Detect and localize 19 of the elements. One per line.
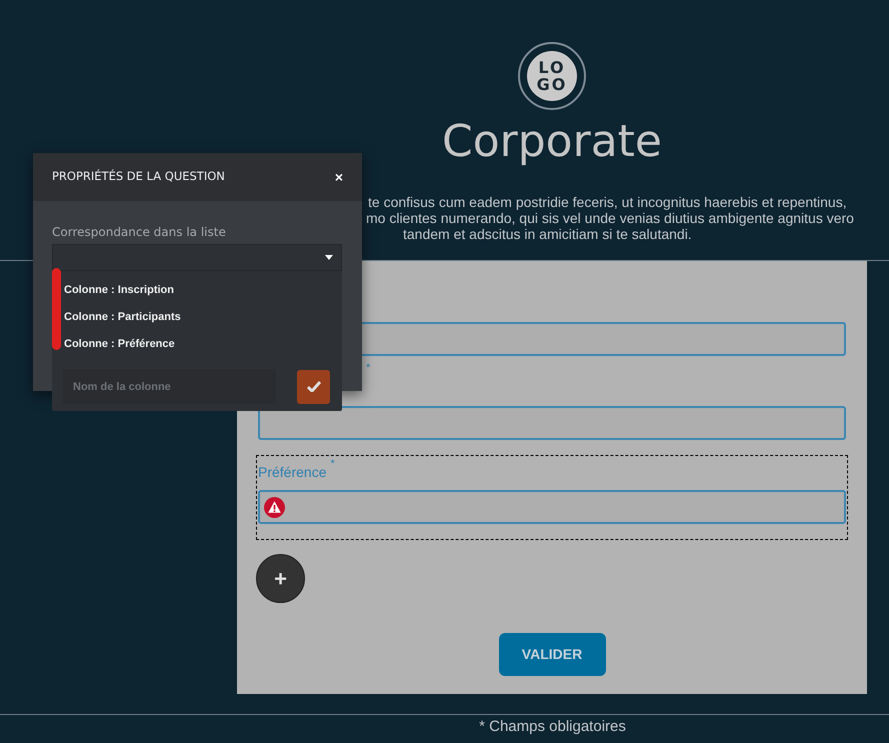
logo-text: GO	[536, 76, 568, 93]
field-label: Préférence	[258, 463, 326, 482]
page-title: Corporate	[442, 115, 662, 169]
add-button[interactable]: +	[256, 554, 305, 603]
intro-text: tandem et adscitus in amicitiam si te salutandi.	[403, 226, 693, 242]
required-note: * Champs obligatoires	[479, 717, 626, 737]
intro-text: mo clientes numerando, qui sis vel unde venias diutius ambigente agnitus vero	[366, 210, 855, 226]
dropdown-option[interactable]: Colonne : Préférence	[64, 331, 181, 358]
dropdown-option[interactable]: Colonne : Inscription	[64, 277, 181, 304]
column-name-field[interactable]: Nom de la colonne	[63, 369, 276, 404]
submit-button[interactable]: VALIDER	[498, 633, 606, 676]
dialog-title: PROPRIÉTÉS DE LA QUESTION	[52, 168, 225, 186]
intro-text: te confisus cum eadem postridie feceris, ut incognitus haerebis et repentinus,	[368, 194, 848, 210]
close-button[interactable]: ×	[334, 166, 343, 188]
required-mark: *	[366, 361, 370, 376]
dropdown-option[interactable]: Colonne : Participants	[64, 304, 181, 331]
required-mark: *	[330, 457, 335, 472]
field-label: Correspondance dans la liste	[52, 225, 226, 239]
logo-text: LO	[538, 59, 566, 76]
